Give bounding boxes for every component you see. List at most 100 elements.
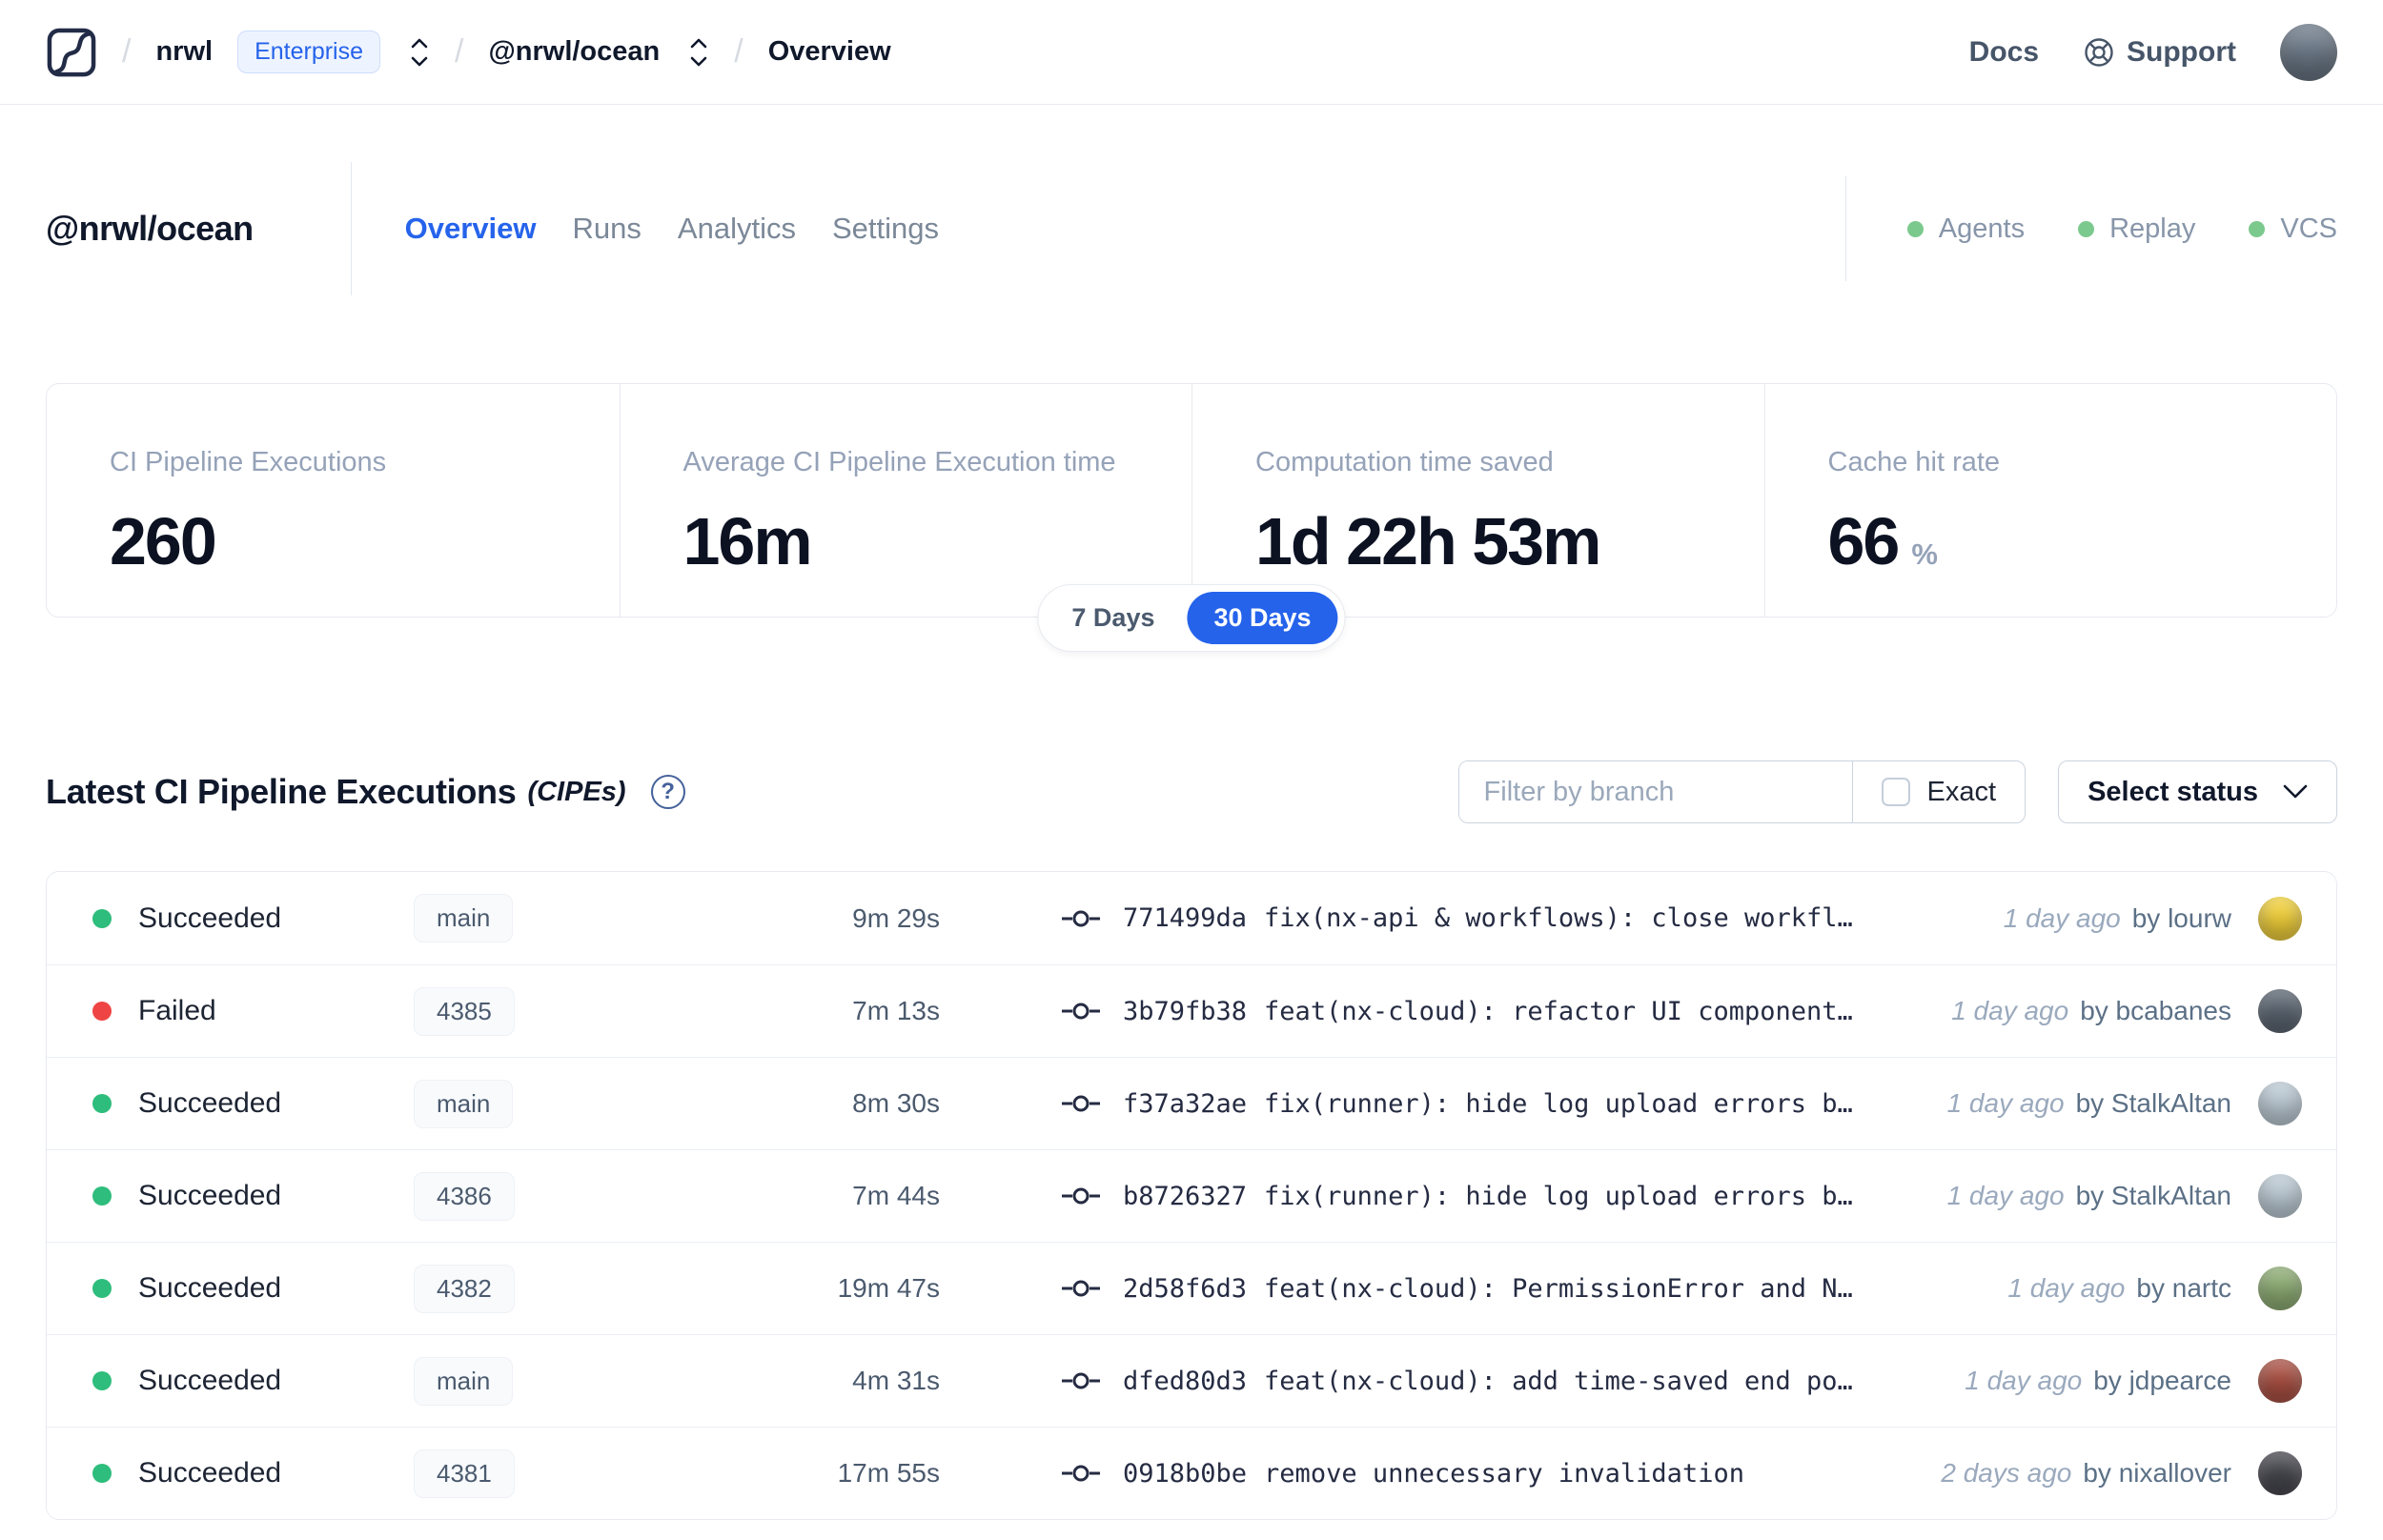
git-commit-icon [1062, 1003, 1100, 1020]
environment-statuses: Agents Replay VCS [1906, 213, 2337, 245]
branch-filter-input[interactable] [1458, 761, 1852, 822]
stats-cards: CI Pipeline Executions 260 Average CI Pi… [46, 383, 2337, 618]
lifebuoy-icon [2085, 37, 2113, 67]
commit-hash[interactable]: 2d58f6d3 [1123, 1274, 1247, 1304]
branch-badge[interactable]: main [414, 1356, 514, 1406]
exact-label: Exact [1926, 776, 1997, 807]
breadcrumb-page: Overview [767, 36, 891, 67]
stat-ci-pipeline-executions: CI Pipeline Executions 260 [47, 384, 620, 617]
top-navbar: / nrwl Enterprise / @nrwl/ocean / Overvi… [0, 0, 2383, 105]
git-commit-icon [1062, 1095, 1100, 1112]
workspace-header: @nrwl/ocean Overview Runs Analytics Sett… [46, 162, 2337, 295]
tab-analytics[interactable]: Analytics [678, 212, 796, 246]
commit-message: feat(nx-cloud): add time-saved end po… [1264, 1366, 1853, 1396]
commit-hash[interactable]: 771499da [1123, 903, 1247, 933]
branch-badge[interactable]: main [414, 1079, 514, 1128]
author-avatar [2258, 896, 2302, 941]
cipe-row[interactable]: Succeeded main 4m 31s dfed80d3 feat(nx-cl… [47, 1334, 2336, 1427]
date-range-toggle: 7 Days 30 Days [1037, 584, 1346, 652]
branch-badge[interactable]: 4386 [414, 1171, 515, 1221]
stat-computation-time-saved: Computation time saved 1d 22h 53m [1192, 384, 1764, 617]
workspace-switcher-icon[interactable] [688, 36, 709, 69]
help-icon[interactable]: ? [650, 775, 685, 809]
branch-badge[interactable]: 4382 [414, 1264, 515, 1313]
cipe-row[interactable]: Succeeded main 8m 30s f37a32ae fix(runner… [47, 1057, 2336, 1149]
cipe-duration: 17m 55s [837, 1458, 940, 1488]
cipe-time-ago: 2 days ago [1941, 1458, 2072, 1488]
branch-badge[interactable]: 4385 [414, 986, 515, 1036]
commit-hash[interactable]: f37a32ae [1123, 1089, 1247, 1119]
cipe-status: Succeeded [138, 1457, 282, 1489]
toggle-7-days[interactable]: 7 Days [1045, 592, 1181, 644]
cipe-row[interactable]: Succeeded 4386 7m 44s b8726327 fix(runner… [47, 1149, 2336, 1242]
branch-badge[interactable]: 4381 [414, 1449, 515, 1498]
breadcrumb-workspace[interactable]: @nrwl/ocean [488, 36, 660, 68]
stat-label: CI Pipeline Executions [110, 447, 387, 477]
cipe-duration: 9m 29s [852, 902, 940, 933]
stat-value: 66 [1827, 504, 1901, 578]
breadcrumb-separator: / [122, 33, 132, 70]
page-body: @nrwl/ocean Overview Runs Analytics Sett… [0, 162, 2383, 1520]
tab-overview[interactable]: Overview [405, 212, 537, 246]
docs-link[interactable]: Docs [1969, 36, 2039, 69]
cipe-status: Succeeded [138, 1365, 282, 1396]
commit-message: remove unnecessary invalidation [1264, 1458, 1744, 1489]
commit-hash[interactable]: 3b79fb38 [1123, 997, 1247, 1026]
cipe-duration: 7m 13s [852, 996, 940, 1025]
exact-checkbox[interactable] [1881, 778, 1910, 806]
cipe-duration: 8m 30s [852, 1088, 940, 1118]
cipe-row[interactable]: Succeeded 4382 19m 47s 2d58f6d3 feat(nx-c… [47, 1242, 2336, 1334]
commit-hash[interactable]: b8726327 [1123, 1182, 1247, 1211]
cipe-author: by lourw [2131, 902, 2231, 933]
cipe-row[interactable]: Succeeded 4381 17m 55s 0918b0be remove un… [47, 1427, 2336, 1519]
cipe-author: by StalkAltan [2075, 1088, 2231, 1118]
author-avatar [2258, 1082, 2302, 1125]
select-status-button[interactable]: Select status [2058, 760, 2337, 823]
branch-badge[interactable]: main [414, 894, 514, 942]
stat-value: 1d 22h 53m [1255, 504, 1601, 578]
org-switcher-icon[interactable] [409, 36, 430, 69]
stat-value: 16m [682, 504, 813, 578]
commit-hash[interactable]: dfed80d3 [1123, 1367, 1247, 1396]
author-avatar [2258, 989, 2302, 1033]
workspace-tabs: Overview Runs Analytics Settings [405, 212, 939, 246]
status-dot-icon [92, 1094, 112, 1113]
git-commit-icon [1062, 1465, 1100, 1482]
enterprise-badge: Enterprise [237, 30, 381, 73]
cipe-author: by bcabanes [2080, 996, 2231, 1025]
cipe-time-ago: 1 day ago [1946, 1088, 2065, 1118]
cipes-controls: Exact Select status [1457, 760, 2337, 823]
status-agents[interactable]: Agents [1906, 213, 2026, 245]
divider [1844, 176, 1846, 281]
cipe-time-ago: 1 day ago [1951, 996, 2069, 1025]
status-dot-icon [92, 1371, 112, 1390]
commit-hash[interactable]: 0918b0be [1123, 1459, 1247, 1489]
support-link[interactable]: Support [2083, 36, 2236, 69]
stat-label: Computation time saved [1255, 447, 1554, 477]
chevron-down-icon [2283, 784, 2308, 799]
breadcrumb-separator: / [455, 33, 464, 70]
status-dot-icon [92, 908, 112, 928]
status-vcs[interactable]: VCS [2249, 213, 2337, 245]
tab-settings[interactable]: Settings [832, 212, 939, 246]
stat-average-execution-time: Average CI Pipeline Execution time 16m [619, 384, 1192, 617]
status-agents-label: Agents [1938, 213, 2026, 244]
toggle-30-days[interactable]: 30 Days [1187, 592, 1338, 644]
tab-runs[interactable]: Runs [573, 212, 642, 246]
cipe-row[interactable]: Succeeded main 9m 29s 771499da fix(nx-api… [47, 872, 2336, 964]
breadcrumb: / nrwl Enterprise / @nrwl/ocean / Overvi… [46, 27, 891, 78]
status-replay[interactable]: Replay [2078, 213, 2195, 245]
nx-logo-icon[interactable] [46, 27, 97, 78]
status-dot-icon [92, 1186, 112, 1206]
status-vcs-label: VCS [2280, 213, 2337, 244]
commit-message: fix(runner): hide log upload errors b… [1264, 1181, 1853, 1211]
cipe-status: Succeeded [138, 1087, 282, 1119]
branch-filter-group: Exact [1457, 760, 2027, 823]
breadcrumb-org[interactable]: nrwl [155, 36, 213, 68]
cipe-duration: 4m 31s [852, 1366, 940, 1395]
status-dot-icon [92, 1279, 112, 1298]
user-avatar[interactable] [2280, 23, 2337, 81]
cipe-row[interactable]: Failed 4385 7m 13s 3b79fb38 feat(nx-cloud… [47, 964, 2336, 1057]
green-dot-icon [2249, 220, 2266, 237]
stat-unit: % [1911, 537, 1938, 571]
